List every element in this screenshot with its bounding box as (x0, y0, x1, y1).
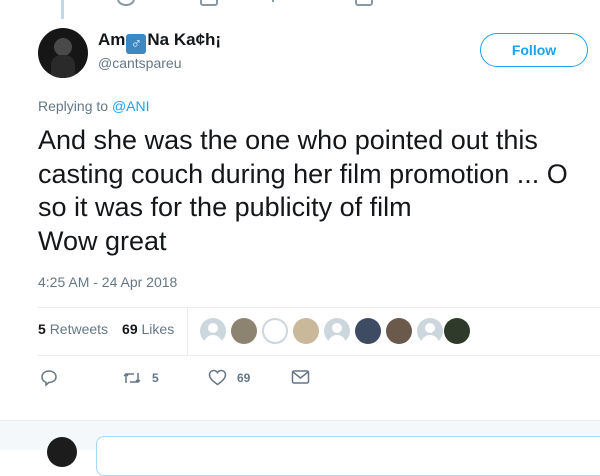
stats-vertical-divider (187, 308, 188, 355)
follow-button[interactable]: Follow (480, 33, 588, 67)
likes-label: Likes (141, 321, 175, 337)
retweet-count: 5 (152, 371, 159, 385)
likes-stat[interactable]: 69 Likes (122, 321, 174, 337)
user-handle[interactable]: @cantspareu (98, 55, 181, 71)
reply-button[interactable] (40, 369, 58, 387)
name-part-2: Na Ka¢h¡ (147, 30, 222, 49)
direct-message-button[interactable] (291, 369, 310, 385)
retweet-icon (123, 372, 141, 384)
reply-icon (41, 370, 57, 387)
tweet-text-line: Wow great (38, 225, 167, 256)
liker-avatar[interactable] (324, 318, 350, 344)
user-display-name[interactable]: Am ♂ Na Ka¢h¡ (98, 30, 221, 54)
tweet-stats: 5 Retweets 69 Likes (38, 321, 174, 337)
like-count: 69 (237, 370, 251, 385)
liker-avatar[interactable] (444, 318, 470, 344)
tweet-text-line: And she was the one who pointed out this (38, 125, 538, 155)
user-avatar[interactable] (38, 28, 88, 78)
retweets-stat[interactable]: 5 Retweets (38, 321, 108, 337)
liker-avatar[interactable] (355, 318, 381, 344)
replying-to-label: Replying to (38, 98, 109, 114)
name-part-1: Am (98, 30, 126, 49)
male-sign-emoji-icon: ♂ (126, 34, 147, 54)
tweet-text-line: so it was for the publicity of film (38, 192, 412, 222)
stats-divider-bottom (38, 355, 600, 356)
previous-tweet-actions-clipped (0, 0, 600, 6)
tweet-timestamp[interactable]: 4:25 AM - 24 Apr 2018 (38, 274, 177, 290)
retweet-button[interactable]: 5 (122, 369, 159, 387)
liker-avatar[interactable] (386, 318, 412, 344)
stats-divider-top (38, 307, 600, 308)
liker-avatar[interactable] (417, 318, 443, 344)
tweet-text-line: casting couch during her film promotion … (38, 158, 568, 189)
tweet-text: And she was the one who pointed out this… (38, 124, 600, 258)
replying-to-mention-link[interactable]: @ANI (112, 98, 150, 114)
liker-avatar[interactable] (293, 318, 319, 344)
envelope-icon (291, 370, 310, 384)
retweets-label: Retweets (49, 321, 109, 337)
liker-avatar[interactable] (262, 318, 288, 344)
likes-count: 69 (122, 321, 138, 337)
like-button[interactable]: 69 (208, 369, 250, 386)
replying-to-line: Replying to @ANI (38, 98, 150, 114)
current-user-avatar (47, 437, 77, 467)
heart-icon (208, 369, 227, 386)
liker-avatar[interactable] (231, 318, 257, 344)
reply-input[interactable] (96, 436, 600, 476)
retweets-count: 5 (38, 321, 46, 337)
liker-avatar[interactable] (200, 318, 226, 344)
